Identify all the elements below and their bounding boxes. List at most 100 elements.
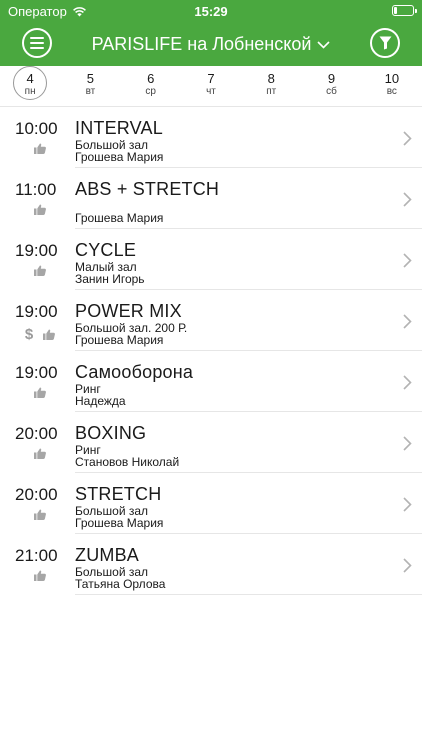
chevron-right-icon	[403, 436, 412, 451]
day-tab[interactable]: 7 чт	[181, 66, 241, 106]
class-trainer: Грошева Мария	[75, 211, 164, 225]
day-tab[interactable]: 9 сб	[301, 66, 361, 106]
class-title: ABS + STRETCH	[75, 179, 220, 199]
class-title: ZUMBA	[75, 545, 139, 565]
class-info: ABS + STRETCH Грошева Мария	[75, 178, 422, 229]
class-row[interactable]: 10:00 INTERVAL Большой зал Грошева Мария	[0, 107, 422, 168]
day-number: 7	[207, 71, 215, 86]
thumbs-up-icon[interactable]	[34, 448, 46, 459]
dollar-icon: $	[24, 326, 34, 343]
class-icons	[15, 570, 65, 581]
class-icons	[15, 143, 65, 154]
class-row[interactable]: 20:00 BOXING Ринг Становов Николай	[0, 412, 422, 473]
chevron-right-icon	[403, 375, 412, 390]
class-info: CYCLE Малый зал Занин Игорь	[75, 239, 422, 290]
chevron-right-icon	[403, 192, 412, 207]
day-weekday: пн	[24, 86, 36, 97]
class-time: 19:00	[15, 302, 58, 321]
class-row[interactable]: 21:00 ZUMBA Большой зал Татьяна Орлова	[0, 534, 422, 595]
day-tab[interactable]: 5 вт	[60, 66, 120, 106]
class-row[interactable]: 19:00 CYCLE Малый зал Занин Игорь	[0, 229, 422, 290]
class-info: Самооборона Ринг Надежда	[75, 361, 422, 412]
class-title: POWER MIX	[75, 301, 182, 321]
class-trainer: Грошева Мария	[75, 516, 164, 530]
day-tab[interactable]: 10 вс	[362, 66, 422, 106]
class-icons	[15, 387, 65, 398]
class-icons: $	[15, 326, 65, 343]
class-row[interactable]: 20:00 STRETCH Большой зал Грошева Мария	[0, 473, 422, 534]
chevron-right-icon	[403, 131, 412, 146]
class-row[interactable]: 19:00 $ POWER MIX Большой зал. 200 Р. Грошев…	[0, 290, 422, 351]
class-trainer: Занин Игорь	[75, 272, 145, 286]
class-title: Самооборона	[75, 362, 194, 382]
club-title: PARISLIFE на Лобненской	[91, 34, 312, 54]
class-title: STRETCH	[75, 484, 162, 504]
class-trainer: Становов Николай	[75, 455, 180, 469]
class-icons	[15, 204, 65, 215]
chevron-right-icon	[403, 253, 412, 268]
class-title: INTERVAL	[75, 118, 163, 138]
class-time: 20:00	[15, 424, 58, 443]
class-title: BOXING	[75, 423, 147, 443]
day-weekday: чт	[206, 86, 216, 97]
status-bar: Оператор 15:29	[0, 0, 422, 22]
class-trainer: Татьяна Орлова	[75, 577, 166, 591]
thumbs-up-icon[interactable]	[34, 204, 46, 215]
class-time: 19:00	[15, 363, 58, 382]
filter-icon	[379, 36, 391, 50]
thumbs-up-icon[interactable]	[34, 143, 46, 154]
menu-icon	[30, 37, 44, 49]
day-tab[interactable]: 6 ср	[121, 66, 181, 106]
class-info: INTERVAL Большой зал Грошева Мария	[75, 117, 422, 168]
day-weekday: ср	[145, 86, 156, 97]
class-room: Ринг	[75, 382, 101, 396]
class-info: ZUMBA Большой зал Татьяна Орлова	[75, 544, 422, 595]
day-number: 5	[86, 71, 95, 86]
menu-button[interactable]	[22, 28, 52, 58]
clock: 15:29	[194, 4, 228, 19]
nav-bar: PARISLIFE на Лобненской	[0, 22, 422, 66]
class-icons	[15, 265, 65, 276]
class-row[interactable]: 19:00 Самооборона Ринг Надежда	[0, 351, 422, 412]
class-time: 19:00	[15, 241, 58, 260]
day-weekday: вт	[85, 86, 96, 97]
class-time: 11:00	[15, 180, 57, 199]
chevron-right-icon	[403, 314, 412, 329]
chevron-down-icon	[317, 40, 330, 49]
class-icons	[15, 448, 65, 459]
class-time: 10:00	[15, 119, 58, 138]
day-tab[interactable]: 8 пт	[241, 66, 301, 106]
club-selector[interactable]: PARISLIFE на Лобненской	[60, 34, 362, 55]
class-time: 21:00	[15, 546, 58, 565]
thumbs-up-icon[interactable]	[34, 265, 46, 276]
day-number: 4	[26, 71, 34, 86]
class-trainer: Грошева Мария	[75, 150, 164, 164]
day-number: 6	[147, 71, 155, 86]
day-tab[interactable]: 4 пн	[0, 66, 60, 106]
day-number: 9	[327, 71, 336, 86]
day-number: 8	[267, 71, 275, 86]
class-row[interactable]: 11:00 ABS + STRETCH Грошева Мария	[0, 168, 422, 229]
thumbs-up-icon[interactable]	[34, 570, 46, 581]
chevron-right-icon	[403, 497, 412, 512]
class-icons	[15, 509, 65, 520]
filter-button[interactable]	[370, 28, 400, 58]
class-title: CYCLE	[75, 240, 137, 260]
day-number: 10	[384, 71, 400, 86]
class-time: 20:00	[15, 485, 58, 504]
day-selector: 4 пн 5 вт 6 ср 7 чт 8 пт 9 сб 10 вс	[0, 66, 422, 107]
day-weekday: пт	[266, 86, 277, 97]
day-weekday: вс	[386, 86, 397, 97]
chevron-right-icon	[403, 558, 412, 573]
class-info: POWER MIX Большой зал. 200 Р. Грошева Мари…	[75, 300, 422, 351]
battery-icon	[392, 5, 417, 16]
class-info: BOXING Ринг Становов Николай	[75, 422, 422, 473]
class-trainer: Грошева Мария	[75, 333, 164, 347]
class-list: 10:00 INTERVAL Большой зал Грошева Мария 11:…	[0, 107, 422, 595]
day-weekday: сб	[326, 86, 337, 97]
thumbs-up-icon[interactable]	[34, 387, 46, 398]
thumbs-up-icon[interactable]	[43, 329, 56, 340]
class-info: STRETCH Большой зал Грошева Мария	[75, 483, 422, 534]
class-trainer: Надежда	[75, 394, 126, 408]
thumbs-up-icon[interactable]	[34, 509, 46, 520]
